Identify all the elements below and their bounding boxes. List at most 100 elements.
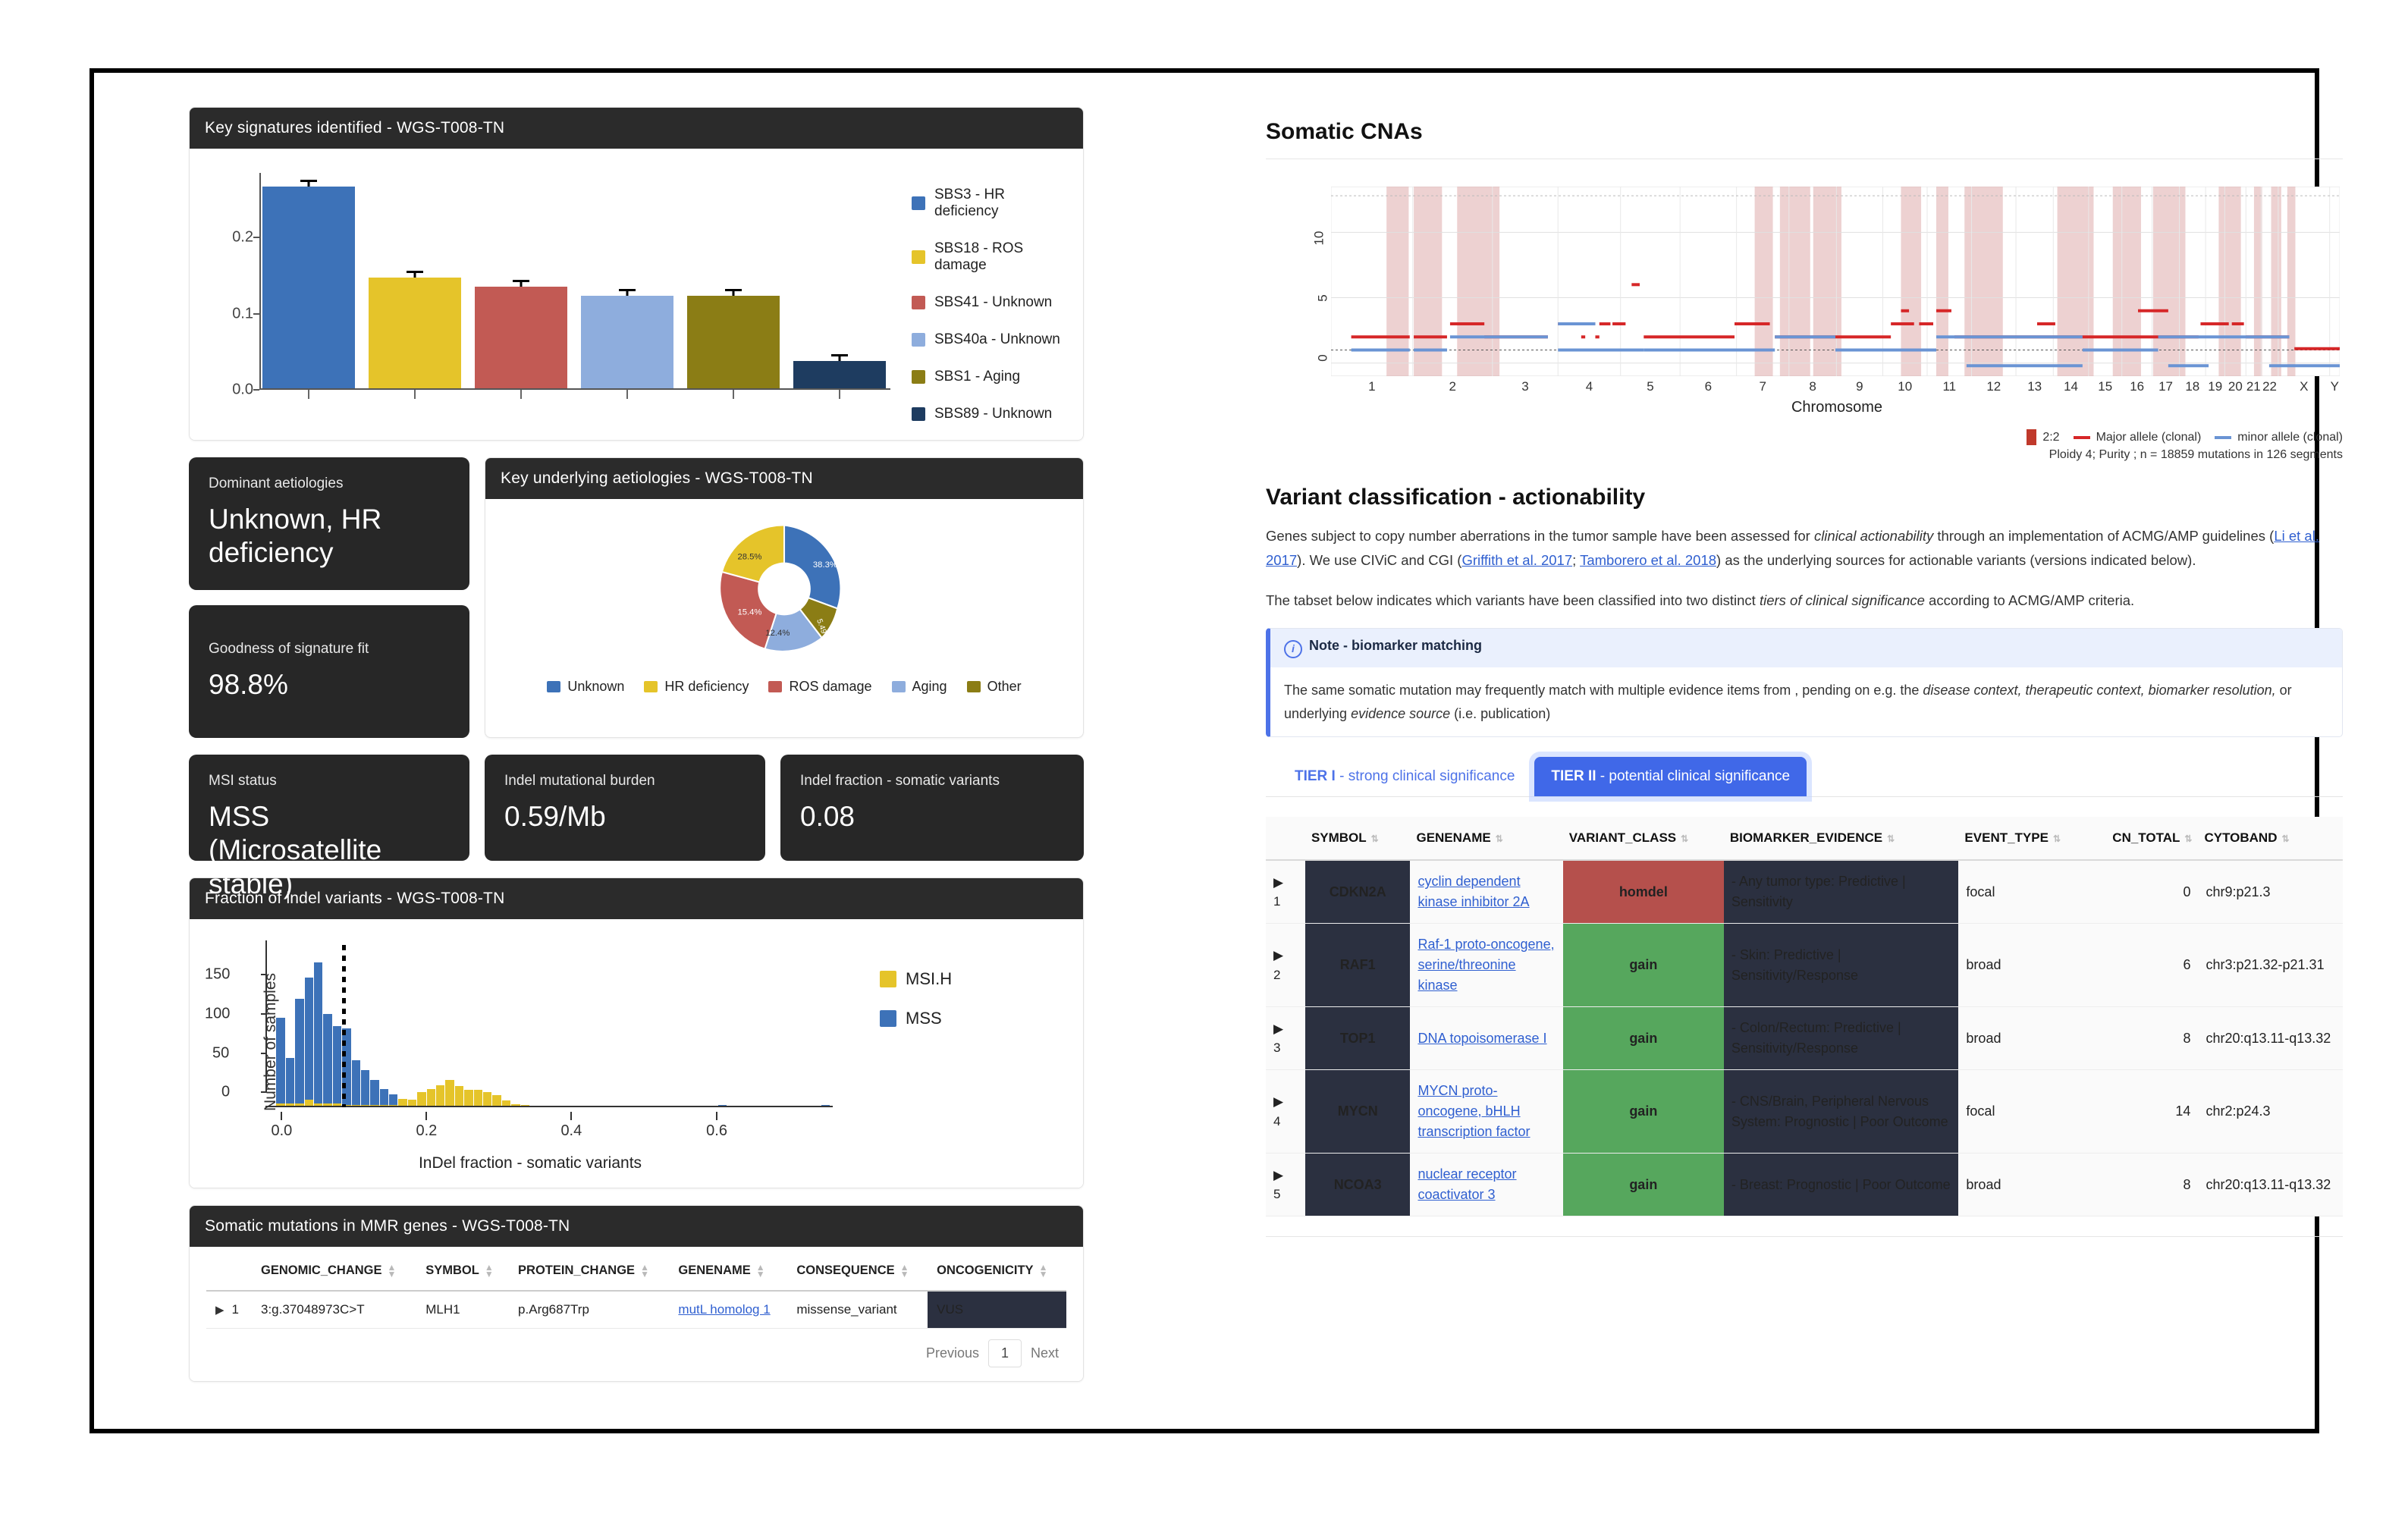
th-genename[interactable]: GENENAME ▲ ▼ — [669, 1251, 788, 1292]
legend-label: SBS3 - HR deficiency — [934, 187, 1005, 219]
genename-link[interactable]: nuclear receptor coactivator 3 — [1417, 1166, 1516, 1202]
row-expander[interactable]: ▶ 4 — [1266, 1069, 1305, 1154]
row-expander[interactable]: ▶ 2 — [1266, 923, 1305, 1008]
sort-icon[interactable]: ⇅ — [2184, 833, 2192, 844]
sort-icon[interactable]: ▲ ▼ — [756, 1263, 765, 1279]
left-column: Key signatures identified - WGS-T008-TN … — [189, 107, 1084, 1398]
divider — [1266, 1236, 2343, 1238]
hist-bar — [473, 1090, 482, 1107]
table-row: ▶ 1 CDKN2A cyclin dependent kinase inhibito… — [1266, 860, 2343, 924]
cell-cytoband: chr20:q13.11-q13.32 — [2198, 1006, 2343, 1071]
donut-svg: 38.3% 28.5% 15.4% 12.4% 5.49% — [719, 524, 842, 652]
th-consequence[interactable]: CONSEQUENCE ▲ ▼ — [787, 1251, 928, 1292]
sort-icon[interactable]: ▲ ▼ — [1039, 1263, 1048, 1279]
hist-bar — [276, 1018, 285, 1107]
variant-classification-heading: Variant classification - actionability — [1266, 485, 1646, 510]
cell-symbol: CDKN2A — [1304, 860, 1411, 924]
hist-x-tick-2: 0.4 — [560, 1122, 582, 1139]
chevron-right-icon[interactable]: ▶ — [1273, 1168, 1283, 1182]
sort-icon[interactable]: ▲ ▼ — [900, 1263, 909, 1279]
note-title: Note - biomarker matching — [1309, 638, 1483, 654]
sort-icon[interactable]: ⇅ — [1371, 833, 1379, 844]
tab-tier-1[interactable]: TIER I - strong clinical significance — [1278, 757, 1531, 796]
th-event-type[interactable]: EVENT_TYPE ⇅ — [1958, 817, 2082, 862]
sort-icon[interactable]: ⇅ — [1681, 833, 1688, 844]
cna-chrom-label: 22 — [2262, 379, 2278, 394]
hist-x-tick-0: 0.0 — [271, 1122, 293, 1139]
legend-label: MSS — [906, 1009, 942, 1028]
genename-link[interactable]: mutL homolog 1 — [678, 1302, 770, 1317]
next-button[interactable]: Next — [1031, 1345, 1059, 1361]
th-symbol[interactable]: SYMBOL ▲ ▼ — [416, 1251, 510, 1292]
legend-item: Unknown — [547, 679, 624, 695]
hist-plot-area: Number of samples 0 50 100 150 0.0 0.2 0… — [200, 927, 860, 1177]
sort-icon[interactable]: ▲ ▼ — [388, 1263, 397, 1279]
table-row: ▶ 1 3:g.37048973C>T MLH1 p.Arg687Trp mutL… — [206, 1291, 1066, 1329]
bar-sbs89 — [793, 353, 886, 390]
hist-threshold-line — [341, 945, 346, 1107]
genename-link[interactable]: DNA topoisomerase I — [1417, 1031, 1546, 1046]
msi-status-value: MSS (Microsatellite stable) — [209, 801, 382, 899]
th-genename[interactable]: GENENAME ⇅ — [1410, 817, 1563, 862]
cna-chrom-label: 21 — [2246, 379, 2261, 394]
cell-variant-class: homdel — [1562, 860, 1724, 924]
genename-link[interactable]: cyclin dependent kinase inhibitor 2A — [1417, 874, 1529, 909]
cell-variant-class: gain — [1562, 923, 1724, 1008]
tamborero-2018-link[interactable]: Tamborero et al. 2018 — [1580, 552, 1716, 568]
table-row: ▶ 4 MYCN MYCN proto-oncogene, bHLH transcri… — [1266, 1069, 2343, 1154]
legend-swatch-icon — [912, 250, 925, 264]
th-cytoband[interactable]: CYTOBAND ⇅ — [2198, 817, 2343, 862]
chevron-right-icon[interactable]: ▶ — [1273, 1022, 1283, 1036]
aetiologies-title: Key underlying aetiologies - WGS-T008-TN — [485, 458, 1083, 499]
cell-cytoband: chr3:p21.32-p21.31 — [2198, 923, 2343, 1008]
hist-y-tickmark-0 — [261, 1091, 267, 1093]
row-expander[interactable]: ▶ 3 — [1266, 1006, 1305, 1071]
chevron-right-icon[interactable]: ▶ — [1273, 875, 1283, 890]
previous-button[interactable]: Previous — [926, 1345, 979, 1361]
cell-symbol: NCOA3 — [1304, 1153, 1411, 1217]
tab-tier-2[interactable]: TIER II - potential clinical significanc… — [1534, 757, 1807, 797]
cna-y-tick-5: 5 — [1315, 294, 1330, 302]
sort-icon[interactable]: ▲ ▼ — [640, 1263, 649, 1279]
minor-allele-line-icon — [2215, 435, 2232, 439]
genename-link[interactable]: Raf-1 proto-oncogene, serine/threonine k… — [1417, 937, 1554, 993]
row-expander[interactable]: ▶ 1 — [206, 1291, 252, 1329]
aetiology-kpi-stack: Dominant aetiologies Unknown, HR deficie… — [189, 457, 469, 738]
th-variant-class[interactable]: VARIANT_CLASS ⇅ — [1562, 817, 1724, 862]
chevron-right-icon[interactable]: ▶ — [1273, 1094, 1283, 1109]
legend-item: Aging — [891, 679, 947, 695]
row-expander[interactable]: ▶ 5 — [1266, 1153, 1305, 1217]
sort-icon[interactable]: ⇅ — [1887, 833, 1895, 844]
hist-bar — [323, 1013, 332, 1107]
th-cn-total[interactable]: CN_TOTAL ⇅ — [2081, 817, 2199, 862]
sort-icon[interactable]: ⇅ — [2281, 833, 2289, 844]
row-expander[interactable]: ▶ 1 — [1266, 860, 1305, 924]
cell-oncogenicity: VUS — [928, 1291, 1066, 1329]
th-symbol[interactable]: SYMBOL ⇅ — [1304, 817, 1411, 862]
chevron-right-icon[interactable]: ▶ — [215, 1304, 224, 1317]
legend-item: MSS — [880, 1009, 1072, 1028]
th-biomarker-evidence[interactable]: BIOMARKER_EVIDENCE ⇅ — [1723, 817, 1959, 862]
sort-icon[interactable]: ▲ ▼ — [485, 1263, 494, 1279]
th-oncogenicity[interactable]: ONCOGENICITY ▲ ▼ — [928, 1251, 1066, 1292]
chevron-right-icon[interactable]: ▶ — [1273, 948, 1283, 962]
y-tickmark-2 — [253, 237, 259, 239]
page-1-button[interactable]: 1 — [987, 1339, 1022, 1367]
legend-item: SBS3 - HR deficiency — [912, 187, 1072, 220]
genename-link[interactable]: MYCN proto-oncogene, bHLH transcription … — [1417, 1083, 1530, 1139]
sort-icon[interactable]: ⇅ — [2053, 833, 2061, 844]
hist-y-tick-0: 0 — [221, 1083, 231, 1100]
cna-chrom-label: 12 — [1986, 379, 2001, 394]
th-genomic-change[interactable]: GENOMIC_CHANGE ▲ ▼ — [252, 1251, 417, 1292]
variant-classification-paragraph-1: Genes subject to copy number aberrations… — [1266, 528, 2319, 569]
cell-biomarker-evidence: - Breast: Prognostic | Poor Outcome — [1723, 1153, 1959, 1217]
mmr-table-body: GENOMIC_CHANGE ▲ ▼ SYMBOL ▲ ▼ PROTEIN_CHANGE… — [190, 1247, 1083, 1381]
bar-sbs41 — [475, 280, 567, 390]
griffith-2017-link[interactable]: Griffith et al. 2017 — [1461, 552, 1572, 568]
error-bar — [619, 288, 636, 296]
hist-y-tickmark-100 — [261, 1013, 267, 1015]
cna-x-axis-label: Chromosome — [1791, 399, 1883, 416]
sort-icon[interactable]: ⇅ — [1496, 833, 1503, 844]
bar-plot-area: Relative contribution 0.0 0.1 0.2 — [200, 156, 901, 429]
th-protein-change[interactable]: PROTEIN_CHANGE ▲ ▼ — [509, 1251, 670, 1292]
